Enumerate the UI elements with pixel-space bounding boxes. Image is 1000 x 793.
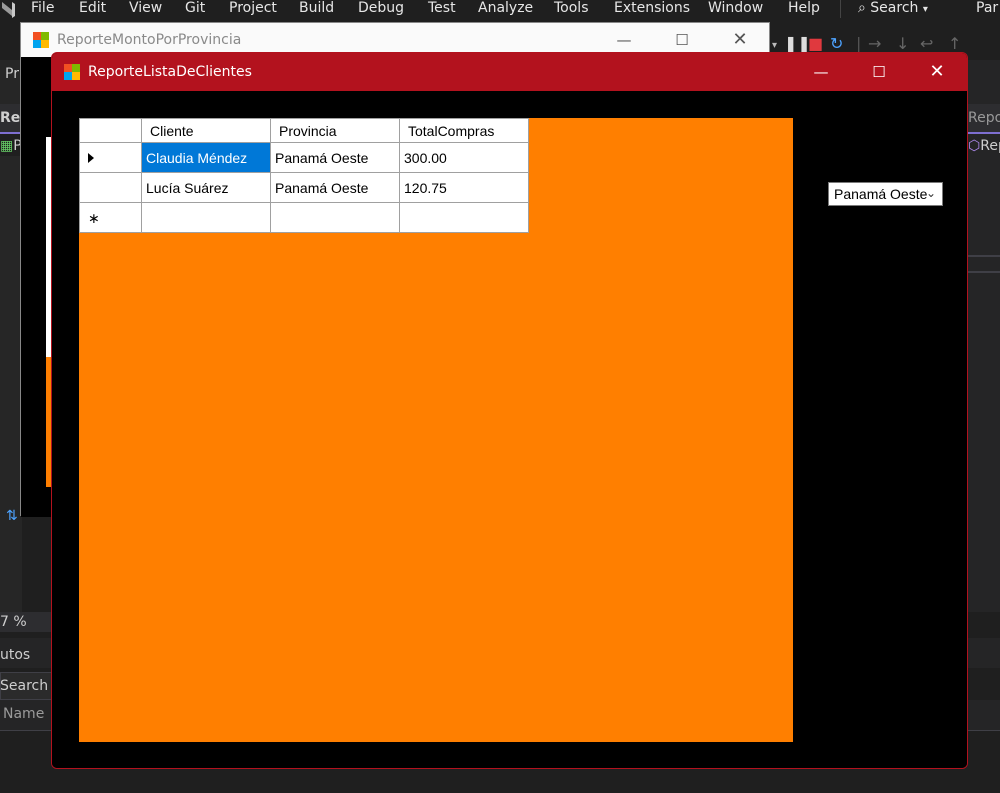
front-window-title: ReporteListaDeClientes xyxy=(88,64,252,80)
grid-panel: Cliente Provincia TotalCompras Claudia M… xyxy=(79,118,793,742)
restart-icon[interactable]: ↻ xyxy=(830,34,843,53)
app-form-icon xyxy=(33,32,49,48)
vs-right-tab-label: Report xyxy=(968,110,1000,126)
table-row[interactable]: Claudia Méndez Panamá Oeste 300.00 xyxy=(79,142,529,173)
step-back-icon[interactable]: ↩ xyxy=(920,34,933,53)
vs-menubar: File Edit View Git Project Build Debug T… xyxy=(0,0,1000,18)
back-window-title: ReporteMontoPorProvincia xyxy=(57,32,242,48)
vs-right-doc-label: ⬡Rep xyxy=(968,138,1000,154)
table-row[interactable]: Lucía Suárez Panamá Oeste 120.75 xyxy=(79,172,529,203)
cell-totalcompras[interactable]: 120.75 xyxy=(399,172,529,203)
menu-separator xyxy=(840,0,841,18)
menu-help[interactable]: Help xyxy=(788,0,820,16)
vs-autos-title: utos xyxy=(0,647,31,663)
clients-datagrid[interactable]: Cliente Provincia TotalCompras Claudia M… xyxy=(79,118,529,233)
step-out-icon[interactable]: ↑ xyxy=(948,34,961,53)
search-label: Search xyxy=(870,0,919,16)
vs-column-name: Name xyxy=(3,706,45,722)
app-form-icon xyxy=(64,64,80,80)
column-header-provincia[interactable]: Provincia xyxy=(270,118,400,143)
cell-cliente-new[interactable] xyxy=(141,202,271,233)
vs-autos-search-placeholder: Search (C xyxy=(0,678,56,694)
visual-studio-logo-icon xyxy=(2,2,15,18)
chevron-down-icon: ⌄ xyxy=(925,186,936,200)
cube-icon: ⬡ xyxy=(968,138,981,154)
cell-cliente[interactable]: Claudia Méndez xyxy=(141,142,271,173)
menu-analyze[interactable]: Analyze xyxy=(478,0,533,16)
current-row-arrow-icon xyxy=(88,152,94,163)
vs-left-label-pr: Pr xyxy=(5,66,19,82)
vs-left-tab-label: Repo xyxy=(0,110,20,126)
column-header-totalcompras[interactable]: TotalCompras xyxy=(399,118,529,143)
close-button[interactable]: ✕ xyxy=(914,53,960,91)
column-header-cliente[interactable]: Cliente xyxy=(141,118,271,143)
new-row[interactable]: ∗ xyxy=(79,202,529,233)
row-header[interactable]: ∗ xyxy=(79,202,142,233)
vs-zoom-level[interactable]: 7 % xyxy=(0,614,27,630)
menu-build[interactable]: Build xyxy=(299,0,334,16)
vs-user-label[interactable]: Par xyxy=(976,0,998,16)
province-select-value: Panamá Oeste xyxy=(834,186,928,202)
cell-provincia-new[interactable] xyxy=(270,202,400,233)
front-window-titlebar[interactable]: ReporteListaDeClientes — ☐ ✕ xyxy=(52,53,967,91)
menu-view[interactable]: View xyxy=(129,0,162,16)
cell-provincia[interactable]: Panamá Oeste xyxy=(270,142,400,173)
cell-totalcompras[interactable]: 300.00 xyxy=(399,142,529,173)
vs-right-divider xyxy=(968,255,1000,273)
province-select[interactable]: Panamá Oeste ⌄ xyxy=(828,182,943,206)
step-over-icon[interactable]: → xyxy=(868,34,881,53)
cell-cliente[interactable]: Lucía Suárez xyxy=(141,172,271,203)
row-header[interactable] xyxy=(79,142,142,173)
file-icon: ▦ xyxy=(0,138,14,154)
dropdown-arrow-icon[interactable]: ▾ xyxy=(772,40,777,51)
cell-provincia[interactable]: Panamá Oeste xyxy=(270,172,400,203)
new-row-asterisk-icon: ∗ xyxy=(88,209,100,226)
minimize-button[interactable]: — xyxy=(798,53,844,91)
maximize-button[interactable]: ☐ xyxy=(856,53,902,91)
stop-icon[interactable]: ■ xyxy=(808,34,823,53)
menu-edit[interactable]: Edit xyxy=(79,0,106,16)
menu-tools[interactable]: Tools xyxy=(554,0,589,16)
step-into-icon[interactable]: ↓ xyxy=(896,34,909,53)
toolbar-separator: | xyxy=(856,34,862,53)
row-header[interactable] xyxy=(79,172,142,203)
menu-extensions[interactable]: Extensions xyxy=(614,0,690,16)
menu-git[interactable]: Git xyxy=(185,0,205,16)
search-icon: ⌕ xyxy=(858,0,866,16)
sort-icon[interactable]: ⇅ xyxy=(6,508,18,524)
menu-file[interactable]: File xyxy=(31,0,54,16)
grid-header-row: Cliente Provincia TotalCompras xyxy=(79,118,529,143)
front-window-client: Cliente Provincia TotalCompras Claudia M… xyxy=(52,91,967,768)
menu-window[interactable]: Window xyxy=(708,0,763,16)
menu-test[interactable]: Test xyxy=(428,0,456,16)
menu-project[interactable]: Project xyxy=(229,0,277,16)
vs-left-doc-label: ▦P xyxy=(0,138,22,154)
menu-debug[interactable]: Debug xyxy=(358,0,404,16)
pause-icon[interactable]: ❚❚ xyxy=(784,34,811,53)
front-window: ReporteListaDeClientes — ☐ ✕ Cliente Pro… xyxy=(51,52,968,769)
cell-totalcompras-new[interactable] xyxy=(399,202,529,233)
vs-search-button[interactable]: ⌕ Search ▾ xyxy=(840,0,928,18)
grid-corner-header[interactable] xyxy=(79,118,142,143)
chevron-down-icon: ▾ xyxy=(922,4,928,15)
